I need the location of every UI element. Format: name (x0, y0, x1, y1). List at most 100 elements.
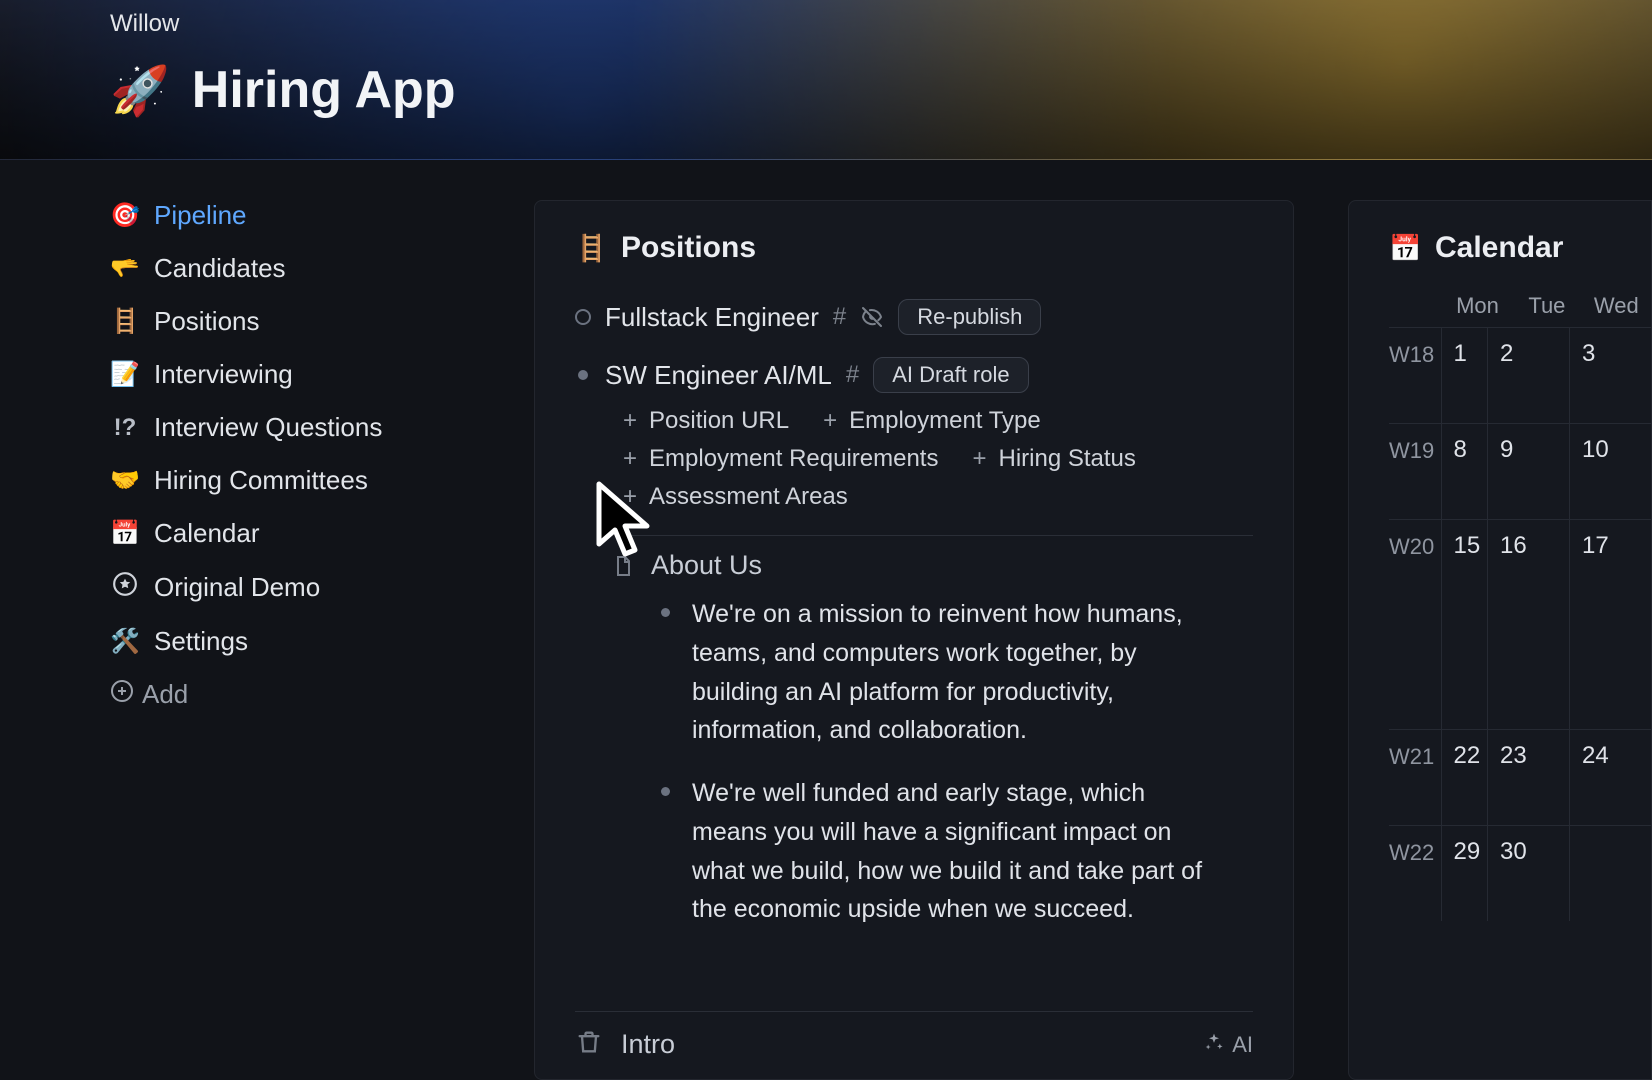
field-label: Employment Type (849, 407, 1041, 435)
calendar-day-cell[interactable]: 15 (1441, 520, 1487, 729)
calendar-day-cell[interactable]: 23 (1487, 730, 1569, 825)
calendar-week-label: W22 (1389, 826, 1441, 921)
about-us-bullets: We're on a mission to reinvent how human… (575, 595, 1253, 929)
calendar-day-cell[interactable]: 24 (1569, 730, 1651, 825)
add-field-hiring-status[interactable]: + Hiring Status (972, 445, 1135, 473)
field-label: Assessment Areas (649, 483, 848, 511)
calendar-week-row: W222930 (1389, 825, 1651, 921)
workspace-name[interactable]: Willow (110, 10, 1652, 38)
calendar-week-row: W20151617 (1389, 519, 1651, 729)
handshake-icon: 🤝 (110, 466, 140, 495)
page-title-emoji: 🚀 (110, 62, 170, 119)
calendar-day-cell[interactable]: 9 (1487, 424, 1569, 519)
nav-label: Candidates (154, 253, 286, 284)
nav-label: Original Demo (154, 572, 320, 603)
hidden-icon (860, 305, 884, 329)
plus-circle-icon (110, 679, 134, 710)
memo-icon: 📝 (110, 360, 140, 389)
page-title: Hiring App (192, 60, 456, 120)
calendar-day-cell[interactable]: 3 (1569, 328, 1651, 423)
calendar-day-cell[interactable]: 29 (1441, 826, 1487, 921)
nav-item-candidates[interactable]: 🫳 Candidates (110, 253, 480, 284)
position-item: Fullstack Engineer # Re-publish (575, 293, 1253, 341)
add-field-position-url[interactable]: + Position URL (623, 407, 789, 435)
about-bullet-text[interactable]: We're well funded and early stage, which… (692, 774, 1221, 929)
position-field-chips: + Position URL + Employment Type + Emplo… (575, 399, 1253, 527)
position-row-fullstack[interactable]: Fullstack Engineer # Re-publish (575, 293, 1253, 341)
add-field-employment-requirements[interactable]: + Employment Requirements (623, 445, 938, 473)
positions-title-text: Positions (621, 231, 756, 265)
positions-section-title: 🪜 Positions (575, 231, 1253, 265)
add-field-employment-type[interactable]: + Employment Type (823, 407, 1041, 435)
about-bullet-text[interactable]: We're on a mission to reinvent how human… (692, 595, 1221, 750)
plus-icon: + (623, 445, 637, 473)
calendar-day-cell[interactable]: 1 (1441, 328, 1487, 423)
ai-suggest-button[interactable]: AI (1204, 1032, 1253, 1058)
bullet-dot-icon (578, 370, 588, 380)
tools-icon: 🛠️ (110, 627, 140, 656)
calendar-day-cell[interactable]: 22 (1441, 730, 1487, 825)
nav-item-pipeline[interactable]: 🎯 Pipeline (110, 200, 480, 231)
nav-label: Interviewing (154, 359, 293, 390)
bullet-dot-icon (661, 787, 670, 796)
about-us-heading-row[interactable]: About Us (575, 550, 1253, 581)
nav-item-settings[interactable]: 🛠️ Settings (110, 626, 480, 657)
calendar-week-label: W20 (1389, 520, 1441, 729)
nav-item-interviewing[interactable]: 📝 Interviewing (110, 359, 480, 390)
calendar-icon: 📅 (1389, 233, 1419, 264)
hand-icon: 🫳 (110, 254, 140, 283)
ladder-icon: 🪜 (575, 233, 605, 264)
intro-label[interactable]: Intro (621, 1029, 675, 1060)
nav-label: Calendar (154, 518, 260, 549)
ladder-icon: 🪜 (110, 307, 140, 336)
ai-draft-role-button[interactable]: AI Draft role (873, 357, 1028, 393)
calendar-week-row: W21222324 (1389, 729, 1651, 825)
calendar-day-header-wed: Wed (1582, 293, 1651, 319)
hash-icon: # (846, 361, 859, 389)
bullet-open-icon (575, 309, 591, 325)
calendar-section-title: 📅 Calendar (1389, 231, 1651, 265)
position-title: Fullstack Engineer (605, 302, 819, 333)
calendar-day-cell[interactable] (1569, 826, 1651, 921)
nav-item-hiring-committees[interactable]: 🤝 Hiring Committees (110, 465, 480, 496)
positions-panel: 🪜 Positions Fullstack Engineer # Re-publ… (534, 200, 1294, 1080)
about-bullet: We're on a mission to reinvent how human… (661, 595, 1221, 750)
calendar-day-cell[interactable]: 30 (1487, 826, 1569, 921)
calendar-week-label: W19 (1389, 424, 1441, 519)
calendar-day-header-tue: Tue (1512, 293, 1581, 319)
nav-label: Interview Questions (154, 412, 382, 443)
position-row-sw-ai-ml[interactable]: SW Engineer AI/ML # AI Draft role (575, 351, 1253, 399)
nav-item-calendar[interactable]: 📅 Calendar (110, 518, 480, 549)
calendar-day-cell[interactable]: 10 (1569, 424, 1651, 519)
nav-label: Positions (154, 306, 260, 337)
plus-icon: + (623, 483, 637, 511)
calendar-day-cell[interactable]: 17 (1569, 520, 1651, 729)
nav-add-button[interactable]: Add (110, 679, 480, 710)
divider (623, 535, 1253, 536)
plus-icon: + (823, 407, 837, 435)
add-field-assessment-areas[interactable]: + Assessment Areas (623, 483, 848, 511)
plus-icon: + (972, 445, 986, 473)
calendar-day-cell[interactable]: 16 (1487, 520, 1569, 729)
nav-add-label: Add (142, 679, 188, 710)
republish-button[interactable]: Re-publish (898, 299, 1041, 335)
trash-icon[interactable] (575, 1028, 603, 1061)
nav-item-positions[interactable]: 🪜 Positions (110, 306, 480, 337)
calendar-week-label: W21 (1389, 730, 1441, 825)
nav-item-interview-questions[interactable]: !? Interview Questions (110, 412, 480, 443)
calendar-week-row: W18123 (1389, 327, 1651, 423)
calendar-day-cell[interactable]: 8 (1441, 424, 1487, 519)
calendar-week-header-spacer (1389, 293, 1443, 319)
field-label: Employment Requirements (649, 445, 938, 473)
nav-label: Pipeline (154, 200, 247, 231)
intro-block-bar: Intro AI (575, 1011, 1253, 1061)
calendar-day-cell[interactable]: 2 (1487, 328, 1569, 423)
field-label: Position URL (649, 407, 789, 435)
page-title-row: 🚀 Hiring App (110, 60, 1652, 120)
ai-label: AI (1232, 1032, 1253, 1058)
calendar-day-header-mon: Mon (1443, 293, 1512, 319)
page-banner: Willow 🚀 Hiring App (0, 0, 1652, 160)
calendar-grid: W18123W198910W20151617W21222324W222930 (1389, 327, 1651, 921)
nav-item-original-demo[interactable]: Original Demo (110, 571, 480, 604)
calendar-day-headers: Mon Tue Wed (1389, 293, 1651, 319)
